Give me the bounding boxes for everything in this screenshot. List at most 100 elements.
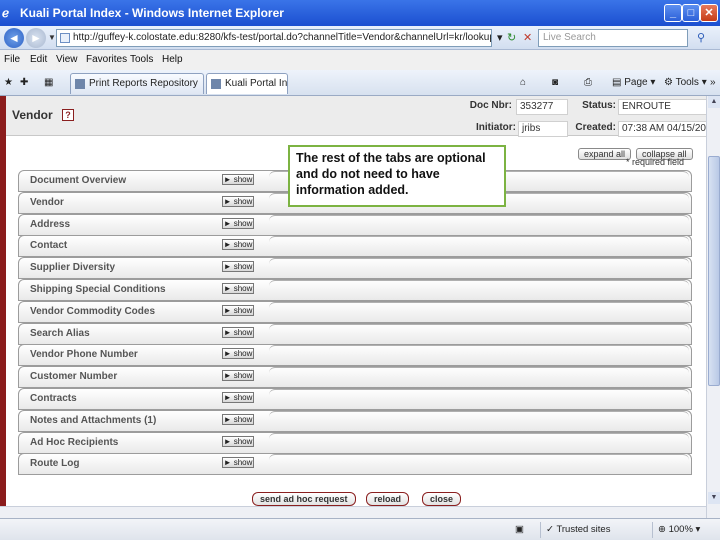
close-window-button[interactable]: ✕ [700,4,718,22]
doc-tab-title: Document Overview [30,175,127,186]
show-tab-button[interactable]: ► show [222,326,254,338]
doc-nbr-value: 353277 [516,99,568,115]
doc-tab-title: Shipping Special Conditions [30,284,166,295]
chevron-down-icon[interactable]: ▼ [48,33,56,42]
doc-tab-title: Contracts [30,393,77,404]
tab-edge-line [269,323,689,332]
page-icon [211,79,221,89]
vertical-scrollbar[interactable]: ▲ ▼ [706,96,720,518]
doc-tab-row: Address ► show [18,213,692,236]
search-input[interactable]: Live Search [538,29,688,47]
created-label: Created: [575,122,616,133]
show-tab-button[interactable]: ► show [222,435,254,447]
scroll-up-icon[interactable]: ▲ [708,96,720,108]
menu-bar: File Edit View Favorites Tools Help [0,50,720,70]
doc-tab-row: Supplier Diversity ► show [18,257,692,280]
doc-tab-title: Notes and Attachments (1) [30,414,157,426]
show-tab-button[interactable]: ► show [222,348,254,360]
show-tab-button[interactable]: ► show [222,457,254,469]
doc-tab-row: Route Log ► show [18,453,692,476]
show-tab-button[interactable]: ► show [222,174,254,185]
required-field-note: * required field [626,157,685,167]
lock-icon: ▣ [515,524,524,535]
menu-file[interactable]: File [4,54,20,65]
tools-menu[interactable]: ⚙ Tools ▾ [664,77,707,88]
maximize-button[interactable]: □ [682,4,700,22]
doc-tab-row: Vendor Phone Number ► show [18,344,692,367]
status-bar: ▣ ✓ Trusted sites ⊕ 100% ▾ [0,518,720,540]
print-icon[interactable]: ⎙ [584,77,592,88]
refresh-icon[interactable]: ↻ [507,31,516,44]
page-menu[interactable]: ▤ Page ▾ [612,77,655,88]
favorites-star-icon[interactable]: ★ [4,77,13,88]
doc-tab-title: Vendor Phone Number [30,349,138,361]
show-tab-button[interactable]: ► show [222,413,254,425]
show-tab-button[interactable]: ► show [222,195,254,207]
show-tab-button[interactable]: ► show [222,370,254,382]
doc-tab-title: Contact [30,240,68,252]
page-icon [75,79,85,89]
browser-tab-bar: ★ ✚ ▦ Print Reports Repository Kuali Por… [0,70,720,96]
doc-tab-title: Vendor Commodity Codes [30,305,156,317]
close-button[interactable]: close [422,492,462,506]
show-tab-button[interactable]: ► show [222,217,254,229]
doc-tab-row: Notes and Attachments (1) ► show [18,409,692,432]
address-input[interactable]: http://guffey-k.colostate.edu:8280/kfs-t… [56,29,492,47]
menu-help[interactable]: Help [162,54,183,65]
tab-list-icon[interactable]: ▦ [44,77,53,88]
show-tab-button[interactable]: ► show [222,304,254,316]
dropdown-icon[interactable]: ▾ [497,31,503,44]
page-content: Vendor ? Doc Nbr: 353277 Status: ENROUTE… [0,96,720,518]
doc-nbr-label: Doc Nbr: [469,100,512,111]
menu-favorites[interactable]: Favorites [86,54,127,65]
status-label: Status: [582,100,616,111]
tab-edge-line [269,410,689,419]
horizontal-scrollbar[interactable] [0,506,706,518]
page-title: Vendor [12,108,53,122]
doc-tab-title: Vendor [30,196,64,208]
home-icon[interactable]: ⌂ [520,77,526,88]
tab-edge-line [269,454,689,462]
doc-tab-title: Search Alias [30,327,90,339]
help-icon[interactable]: ? [62,109,74,121]
tab-edge-line [269,280,689,288]
search-icon[interactable]: ⚲ [690,29,712,47]
scroll-down-icon[interactable]: ▼ [708,492,720,504]
back-button[interactable]: ◄ [4,28,24,48]
expand-all-button[interactable]: expand all [578,148,632,160]
doc-tab-title: Supplier Diversity [30,262,116,274]
add-favorite-icon[interactable]: ✚ [20,77,28,88]
feeds-icon[interactable]: ◙ [552,77,558,88]
stop-icon[interactable]: ✕ [523,31,532,44]
menu-view[interactable]: View [56,54,78,65]
created-value: 07:38 AM 04/15/2009 [618,121,717,137]
doc-tab-row: Customer Number ► show [18,366,692,389]
initiator-value: jribs [518,121,568,137]
minimize-button[interactable]: _ [664,4,682,22]
status-value: ENROUTE [618,99,712,115]
more-chevron-icon[interactable]: » [710,77,716,88]
menu-edit[interactable]: Edit [30,54,47,65]
doc-tab-title: Address [30,218,71,230]
zoom-control[interactable]: ⊕ 100% ▾ [652,522,720,538]
scroll-thumb[interactable] [708,156,720,386]
address-url-text: http://guffey-k.colostate.edu:8280/kfs-t… [73,32,491,43]
show-tab-button[interactable]: ► show [222,283,254,294]
tab-print-reports[interactable]: Print Reports Repository [70,73,204,94]
page-icon [60,33,70,43]
tab-kuali-portal[interactable]: Kuali Portal Index [206,73,288,94]
show-tab-button[interactable]: ► show [222,261,254,273]
tools-menu-label: Tools [675,77,699,88]
send-ad-hoc-button[interactable]: send ad hoc request [252,492,356,506]
window-title: Kuali Portal Index - Windows Internet Ex… [20,6,284,20]
tab-label: Kuali Portal Index [225,78,288,89]
doc-tab-row: Contact ► show [18,235,692,258]
doc-tab-title: Ad Hoc Recipients [30,436,119,448]
reload-button[interactable]: reload [366,492,410,506]
forward-button[interactable]: ► [26,28,46,48]
show-tab-button[interactable]: ► show [222,392,254,403]
menu-tools[interactable]: Tools [130,54,153,65]
show-tab-button[interactable]: ► show [222,239,254,251]
zone-indicator[interactable]: ✓ Trusted sites [540,522,652,538]
doc-tab-row: Contracts ► show [18,388,692,410]
